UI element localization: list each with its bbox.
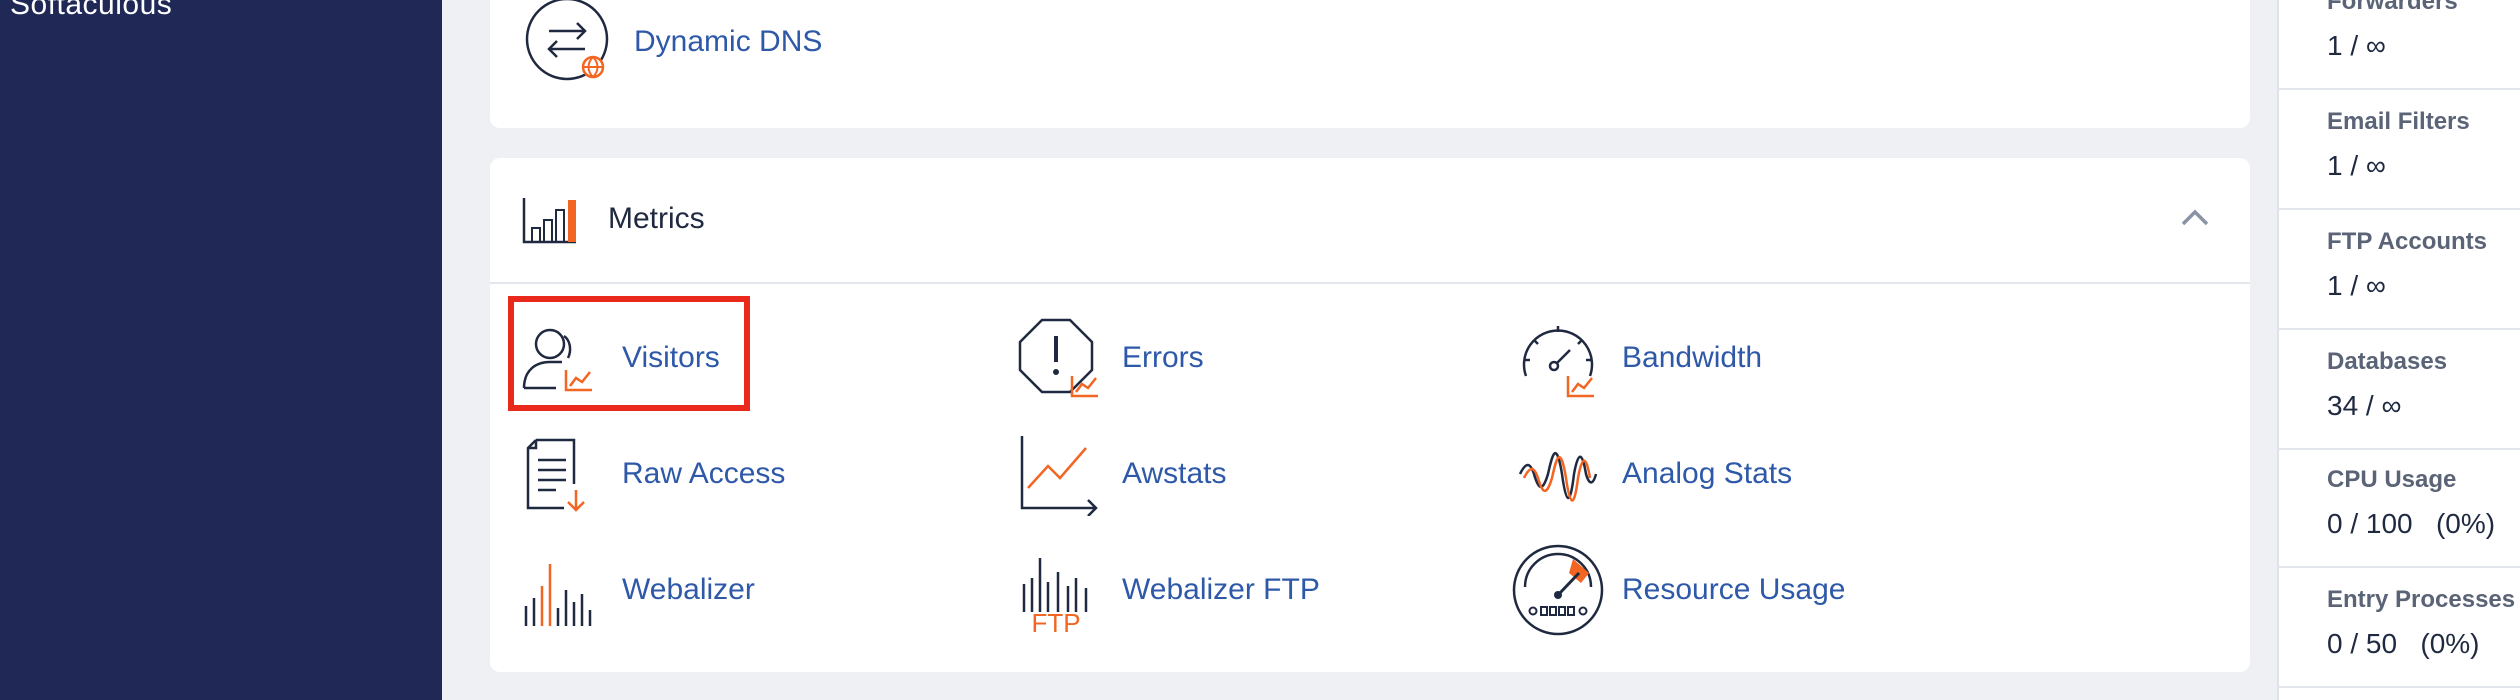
metrics-panel: Metrics Visitors Errors Bandwidth Raw Ac… xyxy=(490,158,2250,672)
stat-label: CPU Usage xyxy=(2327,466,2457,493)
stat-value: 1 / ∞ xyxy=(2327,150,2386,181)
metrics-title: Metrics xyxy=(608,202,705,235)
stat-databases: Databases 34 / ∞ xyxy=(2279,330,2520,450)
main-content: Dynamic DNS Metrics Visitors Errors Band… xyxy=(442,0,2277,700)
raw-access-icon xyxy=(508,424,608,524)
analog-stats-link[interactable]: Analog Stats xyxy=(1508,424,1792,524)
sidebar: Softaculous xyxy=(0,0,442,700)
stat-cpu-usage: CPU Usage 0 / 100 (0%) xyxy=(2279,448,2520,568)
bandwidth-label: Bandwidth xyxy=(1622,341,1763,374)
chevron-up-icon[interactable] xyxy=(2180,206,2210,230)
webalizer-ftp-link[interactable]: FTP Webalizer FTP xyxy=(1008,540,1320,640)
resource-usage-icon xyxy=(1508,540,1608,640)
errors-icon xyxy=(1008,308,1108,408)
webalizer-label: Webalizer xyxy=(622,573,755,606)
domains-panel: Dynamic DNS xyxy=(490,0,2250,128)
awstats-label: Awstats xyxy=(1122,457,1227,490)
stat-email-filters: Email Filters 1 / ∞ xyxy=(2279,90,2520,210)
sidebar-item-softaculous[interactable]: Softaculous xyxy=(10,0,172,22)
raw-access-label: Raw Access xyxy=(622,457,786,490)
stat-label: Databases xyxy=(2327,348,2448,375)
statistics-panel: Forwarders 1 / ∞ Email Filters 1 / ∞ FTP… xyxy=(2277,0,2520,700)
analog-stats-icon xyxy=(1508,424,1608,524)
awstats-icon xyxy=(1008,424,1108,524)
dynamic-dns-link[interactable]: Dynamic DNS xyxy=(520,0,822,92)
stat-ftp-accounts: FTP Accounts 1 / ∞ xyxy=(2279,210,2520,330)
awstats-link[interactable]: Awstats xyxy=(1008,424,1227,524)
stat-entry-processes: Entry Processes 0 / 50 (0%) xyxy=(2279,568,2520,688)
metrics-section-icon xyxy=(522,198,576,244)
resource-usage-label: Resource Usage xyxy=(1622,573,1846,606)
bandwidth-icon xyxy=(1508,308,1608,408)
webalizer-ftp-label: Webalizer FTP xyxy=(1122,573,1320,606)
ftp-icon-text: FTP xyxy=(1031,608,1080,632)
stat-label: Email Filters xyxy=(2327,108,2470,135)
dynamic-dns-label: Dynamic DNS xyxy=(634,25,823,58)
analog-stats-label: Analog Stats xyxy=(1622,457,1793,490)
stat-value: 1 / ∞ xyxy=(2327,30,2386,61)
visitors-highlight xyxy=(508,296,750,411)
raw-access-link[interactable]: Raw Access xyxy=(508,424,785,524)
stat-label: FTP Accounts xyxy=(2327,228,2488,255)
webalizer-icon xyxy=(508,540,608,640)
stat-value: 34 / ∞ xyxy=(2327,390,2402,421)
stat-forwarders: Forwarders 1 / ∞ xyxy=(2279,0,2520,90)
metrics-header[interactable]: Metrics xyxy=(490,158,2250,284)
bandwidth-link[interactable]: Bandwidth xyxy=(1508,308,1762,408)
stat-label: Forwarders xyxy=(2327,0,2458,15)
stat-label: Entry Processes xyxy=(2327,586,2516,613)
resource-usage-link[interactable]: Resource Usage xyxy=(1508,540,1845,640)
errors-label: Errors xyxy=(1122,341,1204,374)
webalizer-link[interactable]: Webalizer xyxy=(508,540,755,640)
stat-value: 1 / ∞ xyxy=(2327,270,2386,301)
errors-link[interactable]: Errors xyxy=(1008,308,1204,408)
stat-value: 0 / 100 (0%) xyxy=(2327,508,2496,539)
stat-value: 0 / 50 (0%) xyxy=(2327,628,2480,659)
webalizer-ftp-icon: FTP xyxy=(1008,540,1108,640)
dynamic-dns-icon xyxy=(520,0,620,92)
